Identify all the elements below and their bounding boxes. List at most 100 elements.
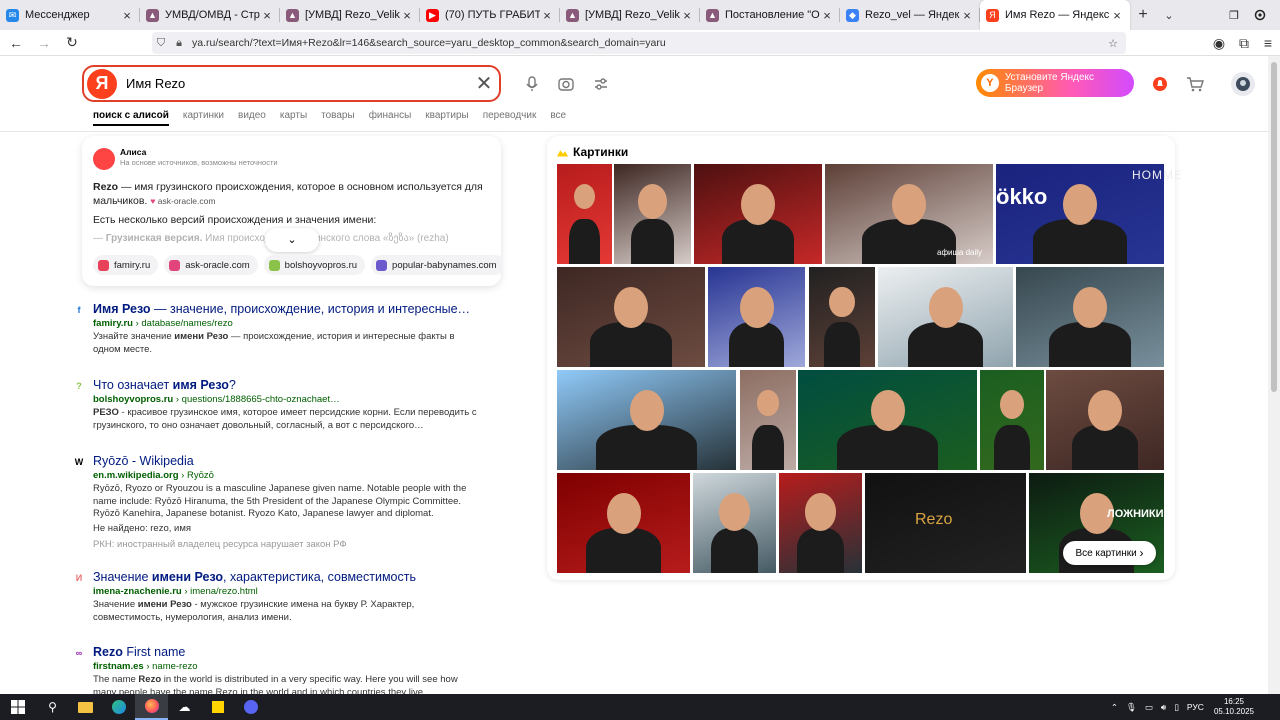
result-title-link[interactable]: Ryōzō - Wikipedia	[93, 454, 194, 468]
forward-icon[interactable]: →	[32, 31, 56, 55]
image-thumbnail[interactable]	[693, 473, 776, 573]
tray-network-icon[interactable]: ▭	[1145, 702, 1153, 713]
tab-list-chevron-icon[interactable]: ⌄	[1156, 0, 1182, 30]
cloud-app-icon[interactable]: ☁	[168, 694, 201, 720]
result-title-link[interactable]: Значение имени Резо, характеристика, сов…	[93, 570, 416, 584]
search-tab[interactable]: видео	[238, 110, 266, 121]
menu-icon[interactable]: ≡	[1256, 31, 1280, 55]
microphone-icon[interactable]	[521, 73, 543, 95]
image-thumbnail[interactable]	[614, 164, 691, 264]
tray-chevron-icon[interactable]: ⌃	[1111, 702, 1118, 713]
source-chip[interactable]: ask-oracle.com	[164, 255, 258, 275]
close-window-icon[interactable]	[1254, 9, 1266, 21]
result-title-link[interactable]: Имя Резо — значение, происхождение, исто…	[93, 302, 470, 316]
image-thumbnail[interactable]	[557, 164, 612, 264]
search-tab[interactable]: карты	[280, 110, 307, 121]
alice-answer-source[interactable]: ♥ ask-oracle.com	[150, 194, 215, 208]
browser-tab[interactable]: ▲ Постановление "О разъясн×	[700, 0, 840, 30]
user-avatar[interactable]	[1231, 72, 1255, 96]
close-tab-icon[interactable]: ×	[120, 8, 134, 23]
install-browser-button[interactable]: Y Установите Яндекс Браузер	[976, 69, 1134, 97]
back-icon[interactable]: ←	[4, 31, 28, 55]
image-thumbnail[interactable]	[809, 267, 875, 367]
page-scrollbar[interactable]	[1268, 56, 1280, 694]
source-chip[interactable]: famiry.ru	[93, 255, 159, 275]
browser-tab[interactable]: ▶ (70) ПУТЬ ГРАБИТЕЛЯ НА М×	[420, 0, 560, 30]
result-url[interactable]: imena-znachenie.ru › imena/rezo.html	[93, 586, 258, 597]
bookmark-star-icon[interactable]: ☆	[1104, 37, 1122, 50]
search-box[interactable]: Я Имя Rezo ✕	[82, 65, 501, 102]
discord-icon[interactable]	[234, 694, 267, 720]
browser-tab[interactable]: ▲ [УМВД] Rezo_Velikolepniy -×	[560, 0, 700, 30]
yandex-logo[interactable]: Я	[87, 68, 117, 99]
shield-icon[interactable]: ⛉	[152, 37, 170, 50]
extensions-icon[interactable]: ⧉	[1232, 31, 1256, 55]
tray-mic-icon[interactable]: 🎙︎	[1126, 702, 1137, 713]
image-thumbnail[interactable]	[557, 370, 736, 470]
result-title-link[interactable]: Rezo First name	[93, 645, 185, 659]
expand-chevron-icon[interactable]: ⌄	[265, 228, 319, 252]
close-tab-icon[interactable]: ×	[260, 8, 274, 23]
camera-search-icon[interactable]	[555, 73, 577, 95]
result-url[interactable]: en.m.wikipedia.org › Ryōzō	[93, 470, 214, 481]
image-thumbnail[interactable]	[557, 473, 690, 573]
close-tab-icon[interactable]: ×	[400, 8, 414, 23]
image-thumbnail[interactable]	[1046, 370, 1164, 470]
result-title-link[interactable]: Что означает имя Резо?	[93, 378, 236, 392]
lock-icon[interactable]: 🔒︎	[170, 37, 188, 50]
search-tab[interactable]: картинки	[183, 110, 224, 121]
firefox-icon[interactable]	[135, 694, 168, 720]
tray-volume-icon[interactable]: 🔊︎	[1161, 702, 1166, 713]
result-url[interactable]: firstnam.es › name-rezo	[93, 661, 198, 672]
browser-tab[interactable]: Я Имя Rezo — Яндекс: нашло×	[980, 0, 1130, 30]
url-text[interactable]: ya.ru/search/?text=Имя+Rezo&lr=146&searc…	[192, 37, 666, 49]
close-tab-icon[interactable]: ×	[680, 8, 694, 23]
result-url[interactable]: famiry.ru › database/names/rezo	[93, 318, 233, 329]
search-tab[interactable]: квартиры	[425, 110, 468, 121]
clock[interactable]: 16:25 05.10.2025	[1214, 697, 1254, 717]
image-thumbnail[interactable]	[878, 267, 1013, 367]
close-tab-icon[interactable]: ×	[540, 8, 554, 23]
image-thumbnail[interactable]	[694, 164, 822, 264]
search-tab[interactable]: поиск с алисой	[93, 110, 169, 126]
edge-icon[interactable]	[102, 694, 135, 720]
reload-icon[interactable]: ↻	[60, 31, 84, 55]
taskbar-search-icon[interactable]: ⚲	[36, 694, 69, 720]
image-thumbnail[interactable]	[980, 370, 1044, 470]
scrollbar-thumb[interactable]	[1271, 62, 1277, 392]
clear-search-icon[interactable]: ✕	[469, 71, 499, 96]
image-thumbnail[interactable]	[708, 267, 805, 367]
search-settings-icon[interactable]	[590, 73, 612, 95]
source-chip[interactable]: popular-babynames.com	[371, 255, 501, 275]
all-images-button[interactable]: Все картинки ›	[1063, 541, 1156, 565]
notifications-icon[interactable]	[1150, 74, 1170, 94]
file-explorer-icon[interactable]	[69, 694, 102, 720]
image-thumbnail[interactable]	[779, 473, 862, 573]
address-bar[interactable]: ⛉ 🔒︎ ya.ru/search/?text=Имя+Rezo&lr=146&…	[152, 32, 1126, 54]
account-icon[interactable]: ◉	[1207, 31, 1231, 55]
restore-window-icon[interactable]: ❐	[1222, 0, 1246, 30]
source-chip[interactable]: bolshoyvopros.ru	[263, 255, 366, 275]
cart-icon[interactable]	[1185, 74, 1205, 94]
image-thumbnail[interactable]	[1016, 267, 1164, 367]
browser-tab[interactable]: ▲ [УМВД] Rezo_Velikolepniy -×	[280, 0, 420, 30]
images-block-title[interactable]: Картинки	[557, 145, 628, 159]
close-tab-icon[interactable]: ×	[960, 8, 974, 23]
search-tab[interactable]: все	[550, 110, 566, 121]
search-tab[interactable]: переводчик	[483, 110, 537, 121]
search-tab[interactable]: финансы	[369, 110, 412, 121]
browser-tab[interactable]: ▲ УМВД/ОМВД - Страница 2×	[140, 0, 280, 30]
search-input[interactable]: Имя Rezo	[126, 76, 469, 91]
tray-battery-icon[interactable]: ▯	[1174, 702, 1179, 713]
search-tab[interactable]: товары	[321, 110, 355, 121]
start-button[interactable]	[0, 694, 36, 720]
file-manager-icon[interactable]	[201, 694, 234, 720]
browser-tab[interactable]: ✉ Мессенджер ×	[0, 0, 140, 30]
image-thumbnail[interactable]	[798, 370, 977, 470]
close-tab-icon[interactable]: ×	[820, 8, 834, 23]
browser-tab[interactable]: ◆ Rezo_vel — Яндекс Диск×	[840, 0, 980, 30]
result-url[interactable]: bolshoyvopros.ru › questions/1888665-cht…	[93, 394, 340, 405]
new-tab-icon[interactable]: +	[1130, 0, 1156, 30]
close-tab-icon[interactable]: ×	[1110, 8, 1124, 23]
image-thumbnail[interactable]	[740, 370, 796, 470]
